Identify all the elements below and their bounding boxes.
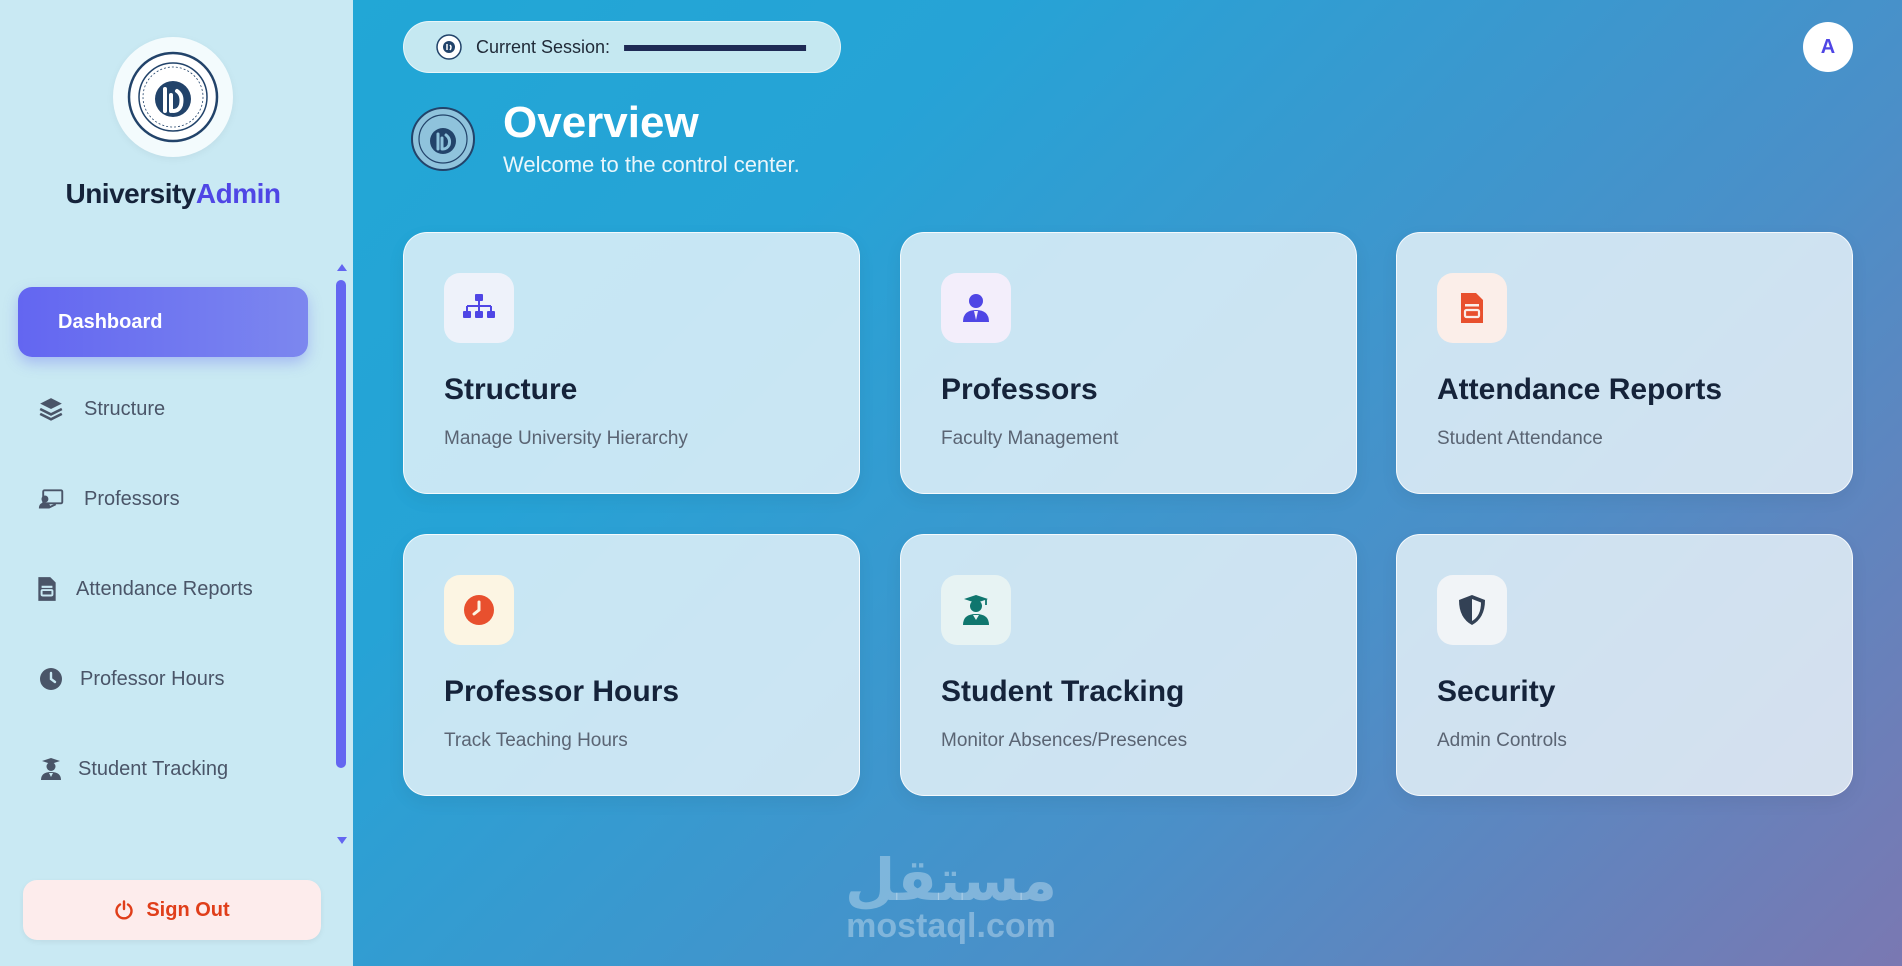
card-title: Structure [444,373,578,406]
card-professor-hours[interactable]: Professor Hours Track Teaching Hours [403,534,860,796]
overview-logo [410,106,476,177]
sitemap-icon [444,273,514,343]
card-subtitle: Admin Controls [1437,730,1567,751]
current-session-pill: Current Session: ​ [403,21,841,73]
page-subtitle: Welcome to the control center. [503,152,800,177]
card-attendance-reports[interactable]: Attendance Reports Student Attendance [1396,232,1853,494]
card-student-tracking[interactable]: Student Tracking Monitor Absences/Presen… [900,534,1357,796]
sidebar-item-label: Structure [84,397,166,420]
card-professors[interactable]: Professors Faculty Management [900,232,1357,494]
sidebar-item-label: Professor Hours [80,667,225,690]
file-report-icon [1437,273,1507,343]
user-graduate-icon [38,756,64,782]
sidebar-item-label: Attendance Reports [76,577,253,600]
card-subtitle: Manage University Hierarchy [444,428,688,449]
card-subtitle: Track Teaching Hours [444,730,628,751]
avatar[interactable]: A [1803,22,1853,72]
university-seal-icon [436,34,462,60]
watermark-latin: mostaql.com [846,907,1056,945]
clock-icon [444,575,514,645]
card-title: Professors [941,373,1098,406]
clock-icon [38,666,64,692]
sidebar-item-label: Student Tracking [78,757,229,780]
university-logo[interactable] [113,37,233,157]
card-title: Attendance Reports [1437,373,1723,406]
sign-out-label: Sign Out [146,898,230,921]
session-value: ​ [624,39,807,55]
university-seal-icon [411,107,475,171]
sidebar-item-attendance-reports[interactable]: Attendance Reports [18,554,308,624]
scrollbar-thumb[interactable] [336,280,346,768]
sidebar-nav: Dashboard Structure Professors Attendanc… [0,258,353,850]
brand-title: UniversityAdmin [0,178,346,210]
university-seal-icon [127,51,219,143]
file-report-icon [34,576,60,602]
page-title: Overview [503,98,699,147]
chalkboard-teacher-icon [38,486,64,512]
card-subtitle: Monitor Absences/Presences [941,730,1188,751]
sidebar: UniversityAdmin Dashboard Structure Prof… [0,0,353,966]
scroll-down-arrow-icon[interactable] [337,837,347,844]
watermark: مستقل mostaql.com [836,846,1066,945]
card-subtitle: Student Attendance [1437,428,1603,449]
sidebar-item-student-tracking[interactable]: Student Tracking [18,734,308,804]
scroll-up-arrow-icon[interactable] [337,264,347,271]
brand-part-2: Admin [195,178,281,209]
user-graduate-icon [941,575,1011,645]
card-title: Professor Hours [444,675,680,708]
shield-icon [1437,575,1507,645]
sidebar-item-professor-hours[interactable]: Professor Hours [18,644,308,714]
card-title: Security [1437,675,1556,708]
sign-out-button[interactable]: Sign Out [23,880,321,940]
sidebar-item-label: Dashboard [58,310,163,333]
sidebar-item-professors[interactable]: Professors [18,464,308,534]
session-label: Current Session: [476,36,611,57]
user-tie-icon [941,273,1011,343]
sidebar-item-label: Professors [84,487,180,510]
brand-part-1: University [65,178,196,209]
avatar-initial: A [1820,35,1836,58]
sidebar-scrollbar[interactable] [334,258,350,850]
card-security[interactable]: Security Admin Controls [1396,534,1853,796]
layers-icon [38,396,64,422]
card-subtitle: Faculty Management [941,428,1119,449]
sidebar-item-dashboard[interactable]: Dashboard [18,287,308,357]
power-icon [114,900,134,920]
watermark-arabic: مستقل [844,846,1058,914]
card-structure[interactable]: Structure Manage University Hierarchy [403,232,860,494]
sidebar-item-structure[interactable]: Structure [18,374,308,444]
card-title: Student Tracking [941,675,1185,708]
